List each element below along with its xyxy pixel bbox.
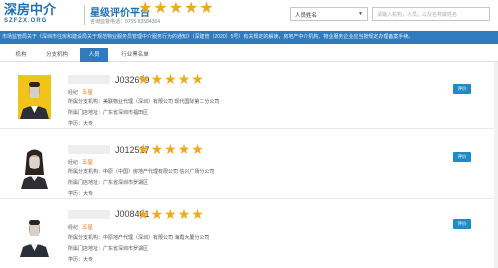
agent-photo [18, 75, 51, 119]
notice-ticker[interactable]: 市场监管局关于《深圳市住房和建设局关于规范物业服务员管理中介服务行为的通知》（深… [0, 31, 498, 44]
star-icon: ★ [153, 0, 168, 17]
role-label: 经纪 [68, 225, 79, 231]
education-label: 学历： [68, 191, 84, 197]
star-icon: ★ [137, 141, 150, 157]
rate-button[interactable]: 评价 [453, 84, 471, 94]
agent-card: J008481 ★★★★★ 经纪 五星 所属分支机构：中原地产代理（深圳）有限公司… [0, 203, 498, 268]
agent-star-rating: ★★★★★ [137, 207, 205, 221]
agent-name-redacted [68, 145, 110, 154]
header-divider [84, 5, 85, 25]
star-icon: ★ [177, 206, 191, 222]
agent-education: 学历：大专 [68, 120, 93, 127]
star-icon: ★ [191, 206, 204, 222]
address-value: 广东省深圳市福田区 [103, 110, 149, 116]
site-logo[interactable]: 深房中介 SZFZX.ORG [4, 3, 82, 28]
branch-value: 中原（中国）房地产代理有限公司 信兴广场分公司 [103, 169, 215, 175]
search-type-select[interactable]: 人员姓名 ▼ [290, 7, 368, 21]
star-icon: ★ [150, 71, 164, 87]
agent-branch: 所属分支机构：美联物业代理（深圳）有限公司 现代国际第二分公司 [68, 98, 219, 105]
star-icon: ★ [150, 206, 164, 222]
address-label: 所属门店地址： [68, 180, 104, 186]
agent-star-rating: ★★★★★ [137, 72, 205, 86]
agent-photo [18, 213, 51, 257]
star-icon: ★ [168, 0, 184, 17]
agent-branch: 所属分支机构：中原（中国）房地产代理有限公司 信兴广场分公司 [68, 168, 214, 175]
address-value: 广东省深圳市罗湖区 [103, 246, 149, 252]
tab-branch[interactable]: 分支机构 [40, 48, 74, 62]
branch-label: 所属分支机构： [68, 235, 104, 241]
address-label: 所属门店地址： [68, 246, 104, 252]
agent-star-rating: ★★★★★ [137, 142, 205, 156]
agent-grade: 五星 [82, 160, 94, 166]
agent-name-redacted [68, 75, 110, 84]
branch-label: 所属分支机构： [68, 99, 104, 105]
rate-button[interactable]: 评价 [453, 219, 471, 229]
tab-agency[interactable]: 机构 [8, 48, 34, 62]
ticker-text: 市场监管局关于《深圳市住房和建设局关于规范物业服务员管理中介服务行为的通知》（深… [2, 34, 414, 40]
branch-value: 美联物业代理（深圳）有限公司 现代国际第二分公司 [103, 99, 220, 105]
tab-blacklist[interactable]: 行业黑名单 [114, 48, 156, 62]
site-header: 深房中介 SZFZX.ORG 星级评价平台 咨询监督电话：0755-835843… [0, 0, 498, 31]
hotline-text: 咨询监督电话：0755-83584304 [90, 19, 161, 25]
star-icon: ★ [177, 141, 191, 157]
search-input[interactable]: 请输入机构，人员，以及名称或姓名 [372, 7, 490, 21]
search-type-value: 人员姓名 [295, 13, 318, 19]
agent-grade: 五星 [82, 225, 94, 231]
tab-personnel[interactable]: 人员 [80, 48, 108, 62]
agent-address: 所属门店地址：广东省深圳市罗湖区 [68, 179, 148, 186]
agent-education: 学历：大专 [68, 256, 93, 263]
vertical-scrollbar[interactable] [494, 62, 498, 268]
star-icon: ★ [164, 141, 177, 157]
education-value: 大专 [83, 191, 94, 197]
agent-education: 学历：大专 [68, 190, 93, 197]
agent-address: 所属门店地址：广东省深圳市福田区 [68, 109, 148, 116]
agent-grade: 五星 [82, 90, 94, 96]
star-icon: ★ [138, 0, 153, 17]
agent-branch: 所属分支机构：中原地产代理（深圳）有限公司 海霞大厦分公司 [68, 234, 209, 241]
agent-name-redacted [68, 210, 110, 219]
agent-role: 经纪 五星 [68, 88, 93, 96]
logo-domain: SZFZX.ORG [4, 18, 48, 24]
star-icon: ★ [184, 0, 199, 17]
agent-card: J032679 ★★★★★ 经纪 五星 所属分支机构：美联物业代理（深圳）有限公司… [0, 63, 498, 129]
education-value: 大专 [83, 121, 94, 127]
agent-role: 经纪 五星 [68, 223, 93, 231]
star-icon: ★ [150, 141, 164, 157]
star-icon: ★ [137, 206, 150, 222]
chevron-down-icon: ▼ [358, 11, 363, 17]
agent-photo [18, 145, 51, 189]
star-icon: ★ [191, 71, 204, 87]
rate-button[interactable]: 评价 [453, 152, 471, 162]
star-icon: ★ [177, 71, 191, 87]
agent-address: 所属门店地址：广东省深圳市罗湖区 [68, 245, 148, 252]
address-value: 广东省深圳市罗湖区 [103, 180, 149, 186]
star-icon: ★ [137, 71, 150, 87]
logo-text: 深房中介 [4, 2, 57, 17]
education-label: 学历： [68, 257, 84, 263]
role-label: 经纪 [68, 90, 79, 96]
agent-card: J012517 ★★★★★ 经纪 五星 所属分支机构：中原（中国）房地产代理有限公… [0, 133, 498, 199]
star-icon: ★ [164, 71, 177, 87]
education-value: 大专 [83, 257, 94, 263]
star-icon: ★ [164, 206, 177, 222]
branch-label: 所属分支机构： [68, 169, 104, 175]
star-icon: ★ [199, 0, 214, 17]
role-label: 经纪 [68, 160, 79, 166]
star-icon: ★ [191, 141, 204, 157]
agent-role: 经纪 五星 [68, 158, 93, 166]
header-star-rating: ★★★★★ [138, 1, 215, 17]
branch-value: 中原地产代理（深圳）有限公司 海霞大厦分公司 [103, 235, 210, 241]
category-tabs: 机构 分支机构 人员 行业黑名单 [0, 48, 498, 62]
address-label: 所属门店地址： [68, 110, 104, 116]
education-label: 学历： [68, 121, 84, 127]
